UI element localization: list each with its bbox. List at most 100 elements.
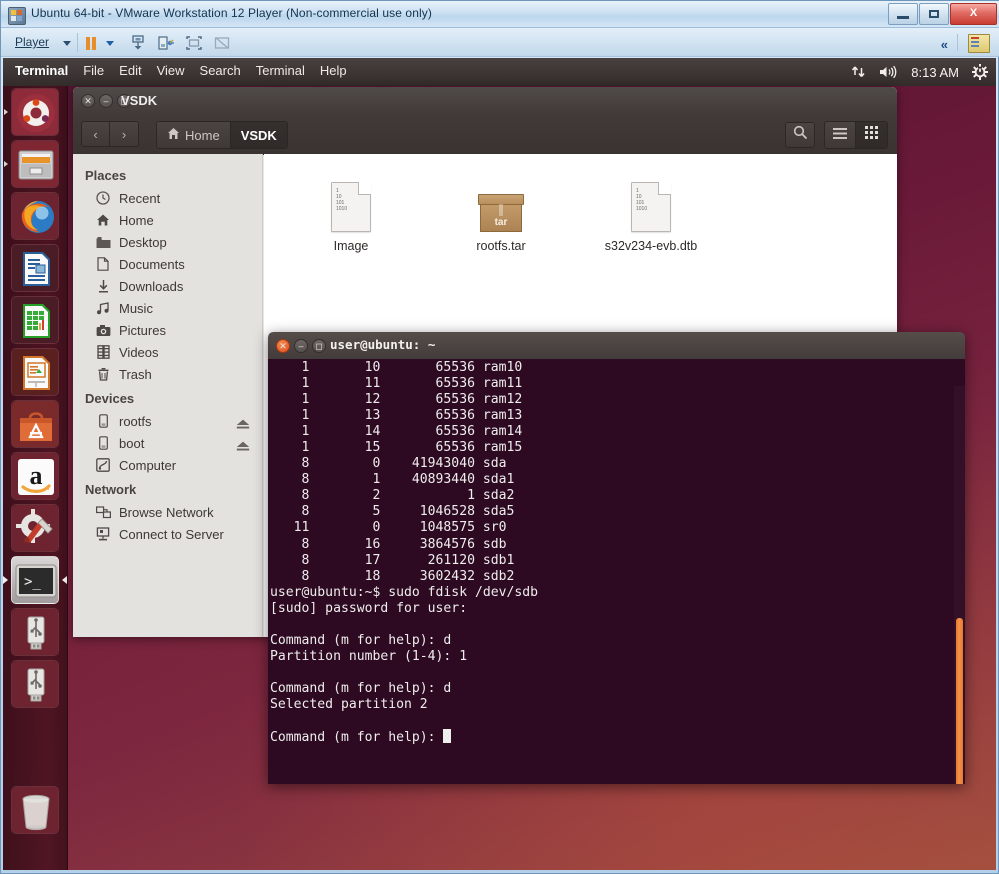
sidebar-item-recent-label: Recent bbox=[119, 190, 161, 206]
sidebar-item-computer[interactable]: Computer bbox=[73, 454, 262, 476]
document-icon bbox=[95, 256, 111, 272]
file-item-image[interactable]: 1 10 101 1010 Image bbox=[276, 168, 426, 253]
volume-icon[interactable] bbox=[879, 65, 898, 79]
launcher-pip-files bbox=[4, 161, 8, 167]
sidebar-item-downloads[interactable]: Downloads bbox=[73, 275, 262, 297]
sidebar-item-documents[interactable]: Documents bbox=[73, 253, 262, 275]
forward-button[interactable]: › bbox=[110, 121, 139, 147]
sidebar-item-computer-label: Computer bbox=[119, 457, 177, 473]
breadcrumb-item-home[interactable]: Home bbox=[157, 122, 231, 148]
sidebar-item-pictures[interactable]: Pictures bbox=[73, 319, 262, 341]
power-gear-icon[interactable] bbox=[972, 64, 988, 80]
server-connect-icon bbox=[95, 526, 111, 542]
sidebar-item-desktop[interactable]: Desktop bbox=[73, 231, 262, 253]
sidebar-item-browse-network[interactable]: Browse Network bbox=[73, 501, 262, 523]
terminal-output: 1 10 65536 ram10 1 11 65536 ram11 1 12 6… bbox=[270, 360, 538, 746]
sidebar-item-home[interactable]: Home bbox=[73, 209, 262, 231]
launcher-item-trash[interactable] bbox=[11, 786, 59, 834]
launcher-item-usb-boot[interactable] bbox=[11, 660, 59, 708]
close-button[interactable]: X bbox=[950, 3, 997, 25]
back-button[interactable]: ‹ bbox=[81, 121, 110, 147]
toolbar-collapse-button[interactable]: « bbox=[941, 37, 948, 52]
sidebar-item-home-label: Home bbox=[119, 212, 154, 228]
snapshot-icon[interactable] bbox=[129, 35, 147, 51]
breadcrumb-item-vsdk[interactable]: VSDK bbox=[230, 122, 287, 148]
usb-drive-icon bbox=[95, 435, 111, 451]
sidebar-item-rootfs[interactable]: rootfs bbox=[73, 410, 262, 432]
panel-clock[interactable]: 8:13 AM bbox=[911, 65, 959, 80]
sidebar-item-music-label: Music bbox=[119, 300, 153, 316]
unity-mode-icon[interactable] bbox=[213, 35, 231, 51]
sidebar-item-boot[interactable]: boot bbox=[73, 432, 262, 454]
music-note-icon bbox=[95, 300, 111, 316]
files-icon bbox=[12, 141, 58, 187]
sidebar-item-music[interactable]: Music bbox=[73, 297, 262, 319]
search-button[interactable] bbox=[785, 122, 815, 148]
menu-edit[interactable]: Edit bbox=[119, 63, 141, 78]
launcher-item-libreoffice-calc[interactable] bbox=[11, 296, 59, 344]
file-manager-close-button[interactable]: ✕ bbox=[81, 94, 95, 108]
menu-file[interactable]: File bbox=[83, 63, 104, 78]
restore-button[interactable] bbox=[919, 3, 949, 25]
terminal-scrollbar-track[interactable] bbox=[954, 386, 965, 784]
launcher-item-terminal[interactable]: >_ bbox=[11, 556, 59, 604]
launcher-item-libreoffice-writer[interactable] bbox=[11, 244, 59, 292]
toolbar-divider bbox=[77, 33, 78, 52]
sidebar-item-trash[interactable]: Trash bbox=[73, 363, 262, 385]
sidebar-item-videos[interactable]: Videos bbox=[73, 341, 262, 363]
player-menu-caret-icon[interactable] bbox=[63, 41, 71, 46]
launcher-item-amazon[interactable]: a bbox=[11, 452, 59, 500]
usb-device-icon[interactable] bbox=[157, 35, 175, 51]
libreoffice-calc-icon bbox=[12, 297, 58, 343]
player-menu-label: Player bbox=[15, 35, 50, 49]
sidebar-item-connect-to-server[interactable]: Connect to Server bbox=[73, 523, 262, 545]
terminal-scrollbar-thumb[interactable] bbox=[956, 618, 963, 784]
menu-help[interactable]: Help bbox=[320, 63, 347, 78]
file-manager-toolbar-right bbox=[785, 121, 888, 149]
menu-terminal[interactable]: Terminal bbox=[256, 63, 305, 78]
vm-window-icon[interactable] bbox=[968, 34, 990, 53]
sidebar-item-recent[interactable]: Recent bbox=[73, 187, 262, 209]
launcher-item-ubuntu-dash[interactable] bbox=[11, 88, 59, 136]
usb-drive-icon bbox=[95, 413, 111, 429]
network-browse-icon bbox=[95, 504, 111, 520]
launcher-item-software-center[interactable] bbox=[11, 400, 59, 448]
fullscreen-icon[interactable] bbox=[185, 35, 203, 51]
search-icon bbox=[793, 125, 808, 145]
list-view-button[interactable] bbox=[825, 122, 856, 148]
eject-icon-rootfs[interactable] bbox=[236, 417, 250, 432]
terminal-minimize-button[interactable]: – bbox=[294, 339, 308, 353]
restore-icon bbox=[929, 10, 939, 18]
eject-icon-boot[interactable] bbox=[236, 439, 250, 454]
pause-dropdown-caret-icon[interactable] bbox=[106, 41, 114, 46]
terminal-maximize-button[interactable]: ◻ bbox=[312, 339, 326, 353]
grid-view-button[interactable] bbox=[856, 122, 887, 148]
sidebar-heading-devices: Devices bbox=[85, 391, 135, 406]
minimize-button[interactable] bbox=[888, 3, 918, 25]
file-item-dtb[interactable]: 1 10 101 1010 s32v234-evb.dtb bbox=[576, 168, 726, 253]
menu-search[interactable]: Search bbox=[200, 63, 241, 78]
vmware-app-icon bbox=[8, 7, 26, 25]
network-icon[interactable] bbox=[851, 65, 866, 79]
terminal-close-button[interactable]: ✕ bbox=[276, 339, 290, 353]
panel-indicators: 8:13 AM bbox=[851, 58, 988, 86]
pause-icon[interactable] bbox=[86, 37, 98, 50]
file-item-rootfs-tar[interactable]: tar rootfs.tar bbox=[426, 168, 576, 253]
file-manager-minimize-button[interactable]: – bbox=[99, 94, 113, 108]
file-manager-toolbar: ‹ › Home VSDK bbox=[73, 115, 897, 155]
grid-view-icon bbox=[865, 126, 878, 144]
ubuntu-dash-icon bbox=[12, 89, 58, 135]
launcher-item-firefox[interactable] bbox=[11, 192, 59, 240]
player-menu-button[interactable]: Player bbox=[15, 35, 49, 49]
file-item-dtb-label: s32v234-evb.dtb bbox=[604, 239, 698, 253]
menu-view[interactable]: View bbox=[157, 63, 185, 78]
launcher-item-libreoffice-impress[interactable] bbox=[11, 348, 59, 396]
sidebar-item-connect-to-server-label: Connect to Server bbox=[119, 526, 224, 542]
file-manager-title: VSDK bbox=[121, 93, 158, 108]
list-view-icon bbox=[833, 126, 847, 144]
launcher-item-system-settings[interactable] bbox=[11, 504, 59, 552]
launcher-item-files[interactable] bbox=[11, 140, 59, 188]
launcher-item-usb-rootfs[interactable] bbox=[11, 608, 59, 656]
terminal-body[interactable]: 1 10 65536 ram10 1 11 65536 ram11 1 12 6… bbox=[268, 359, 965, 784]
breadcrumb: Home VSDK bbox=[156, 121, 288, 149]
